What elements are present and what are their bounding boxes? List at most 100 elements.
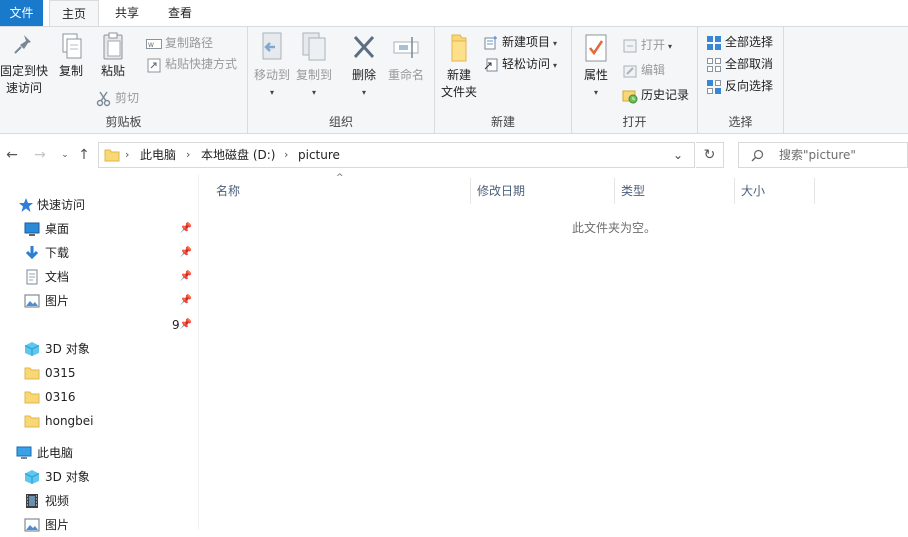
document-icon <box>26 269 38 285</box>
scissors-icon <box>96 91 111 106</box>
rename-label: 重命名 <box>387 68 424 82</box>
clipboard-group-label: 剪贴板 <box>105 115 142 129</box>
ribbon: 固定到快 速访问 复制 粘贴 W 复制路径 粘贴快捷方式 剪切 剪贴板 移动到 … <box>0 26 908 134</box>
select-none-button[interactable]: 全部取消 <box>706 54 773 74</box>
paste-shortcut-button[interactable]: 粘贴快捷方式 <box>146 54 237 74</box>
history-button[interactable]: 历史记录 <box>622 85 689 105</box>
breadcrumb-separator-icon: › <box>186 148 191 161</box>
new-item-button[interactable]: 新建项目 ▾ <box>483 32 557 52</box>
paste-shortcut-label: 粘贴快捷方式 <box>165 57 238 71</box>
breadcrumb-picture[interactable]: picture <box>298 143 340 167</box>
pin-icon[interactable]: 📌 <box>180 241 192 265</box>
tab-file[interactable]: 文件 <box>0 0 43 26</box>
easy-access-button[interactable]: 轻松访问 ▾ <box>483 54 557 74</box>
search-box[interactable]: 搜索"picture" <box>738 142 908 168</box>
pin-label-line1: 固定到快 <box>0 64 49 78</box>
copy-path-label: 复制路径 <box>165 36 214 50</box>
picture-icon <box>24 518 40 532</box>
forward-arrow-icon[interactable]: → <box>30 145 50 165</box>
easy-access-dropdown-icon: ▾ <box>553 61 558 70</box>
pin-icon[interactable]: 📌 <box>180 313 192 337</box>
cut-button[interactable]: 剪切 <box>96 88 139 108</box>
nav-folder-hongbei[interactable]: hongbei <box>0 409 198 433</box>
column-header-modified[interactable]: 修改日期 <box>471 178 615 204</box>
new-group: 新建 文件夹 新建项目 ▾ 轻松访问 ▾ 新建 <box>435 27 572 133</box>
navigation-pane: 快速访问 桌面 📌 下载 📌 文档 📌 图片 📌 9 📌 3D 对象 0315 … <box>0 175 199 532</box>
new-folder-button[interactable]: 新建 文件夹 <box>439 31 479 101</box>
column-header-name[interactable]: 名称 <box>199 178 471 204</box>
recent-locations-chevron-icon[interactable]: ⌄ <box>55 145 75 165</box>
delete-button[interactable]: 删除 ▾ <box>346 31 382 101</box>
tab-share[interactable]: 共享 <box>104 0 150 26</box>
rename-icon <box>393 37 419 58</box>
nav-documents[interactable]: 文档 📌 <box>0 265 198 289</box>
back-arrow-icon[interactable]: ← <box>2 145 22 165</box>
nav-quick-access-label: 快速访问 <box>37 198 86 212</box>
pin-icon[interactable]: 📌 <box>180 265 192 289</box>
invert-selection-button[interactable]: 反向选择 <box>706 76 773 96</box>
breadcrumb-local-disk[interactable]: 本地磁盘 (D:) <box>201 143 275 167</box>
address-bar[interactable]: › 此电脑 › 本地磁盘 (D:) › picture ⌄ <box>98 142 695 168</box>
copy-path-button[interactable]: W 复制路径 <box>146 33 213 53</box>
cut-label: 剪切 <box>115 91 140 105</box>
open-button[interactable]: 打开 ▾ <box>622 35 672 55</box>
edit-icon <box>623 65 637 77</box>
organize-group: 移动到 ▾ 复制到 ▾ 删除 ▾ 重命名 组织 <box>248 27 435 133</box>
nav-pc-pictures[interactable]: 图片 <box>0 513 198 537</box>
nav-hidden-item[interactable]: 9 📌 <box>0 313 198 337</box>
nav-desktop[interactable]: 桌面 📌 <box>0 217 198 241</box>
new-item-dropdown-icon: ▾ <box>553 39 558 48</box>
edit-button[interactable]: 编辑 <box>622 60 665 80</box>
refresh-icon[interactable]: ↻ <box>696 142 724 168</box>
nav-pictures[interactable]: 图片 📌 <box>0 289 198 313</box>
select-all-icon <box>707 35 721 50</box>
new-group-label: 新建 <box>490 115 515 129</box>
nav-this-pc[interactable]: 此电脑 <box>0 441 198 465</box>
nav-pc-3d-objects[interactable]: 3D 对象 <box>0 465 198 489</box>
nav-pc-videos[interactable]: 视频 <box>0 489 198 513</box>
breadcrumb-separator-icon: › <box>125 148 130 161</box>
address-dropdown-chevron-icon[interactable]: ⌄ <box>673 143 683 167</box>
paste-button[interactable]: 粘贴 <box>94 31 132 80</box>
select-none-icon <box>707 57 721 72</box>
select-all-button[interactable]: 全部选择 <box>706 32 773 52</box>
file-list-view[interactable]: ^ 名称 修改日期 类型 大小 此文件夹为空。 <box>199 173 908 529</box>
pin-icon[interactable]: 📌 <box>180 217 192 241</box>
computer-icon <box>16 446 32 459</box>
breadcrumb-separator-icon: › <box>284 148 289 161</box>
move-to-button[interactable]: 移动到 ▾ <box>252 31 292 101</box>
nav-item-label: 文档 <box>45 270 70 284</box>
breadcrumb-this-pc[interactable]: 此电脑 <box>140 143 176 167</box>
search-placeholder: 搜索"picture" <box>779 148 856 162</box>
copy-button[interactable]: 复制 <box>52 31 90 80</box>
tab-home[interactable]: 主页 <box>49 0 99 26</box>
up-arrow-icon[interactable]: ↑ <box>74 145 94 165</box>
nav-3d-objects-quick[interactable]: 3D 对象 <box>0 337 198 361</box>
nav-downloads[interactable]: 下载 📌 <box>0 241 198 265</box>
folder-icon <box>24 415 40 428</box>
folder-icon <box>24 391 40 404</box>
pin-to-quick-access-button[interactable]: 固定到快 速访问 <box>0 31 48 97</box>
column-header-type[interactable]: 类型 <box>615 178 735 204</box>
new-folder-label-line1: 新建 <box>446 68 471 82</box>
open-label: 打开 <box>641 38 666 52</box>
properties-button[interactable]: 属性 ▾ <box>578 31 614 101</box>
properties-label: 属性 <box>583 68 608 82</box>
column-header-size[interactable]: 大小 <box>735 178 815 204</box>
copy-to-button[interactable]: 复制到 ▾ <box>294 31 334 101</box>
invert-selection-icon <box>707 79 721 94</box>
nav-folder-0315[interactable]: 0315 <box>0 361 198 385</box>
nav-item-label: 3D 对象 <box>45 470 90 484</box>
easy-access-label: 轻松访问 <box>502 57 551 71</box>
nav-item-label: 下载 <box>45 246 70 260</box>
delete-x-icon <box>353 35 375 59</box>
nav-this-pc-label: 此电脑 <box>37 446 74 460</box>
nav-quick-access[interactable]: 快速访问 <box>0 193 198 217</box>
nav-folder-0316[interactable]: 0316 <box>0 385 198 409</box>
delete-dropdown-icon: ▾ <box>361 88 366 97</box>
tab-view[interactable]: 查看 <box>156 0 204 26</box>
pin-icon[interactable]: 📌 <box>180 289 192 313</box>
delete-label: 删除 <box>351 68 376 82</box>
paste-shortcut-icon <box>147 58 161 72</box>
rename-button[interactable]: 重命名 <box>386 31 426 84</box>
